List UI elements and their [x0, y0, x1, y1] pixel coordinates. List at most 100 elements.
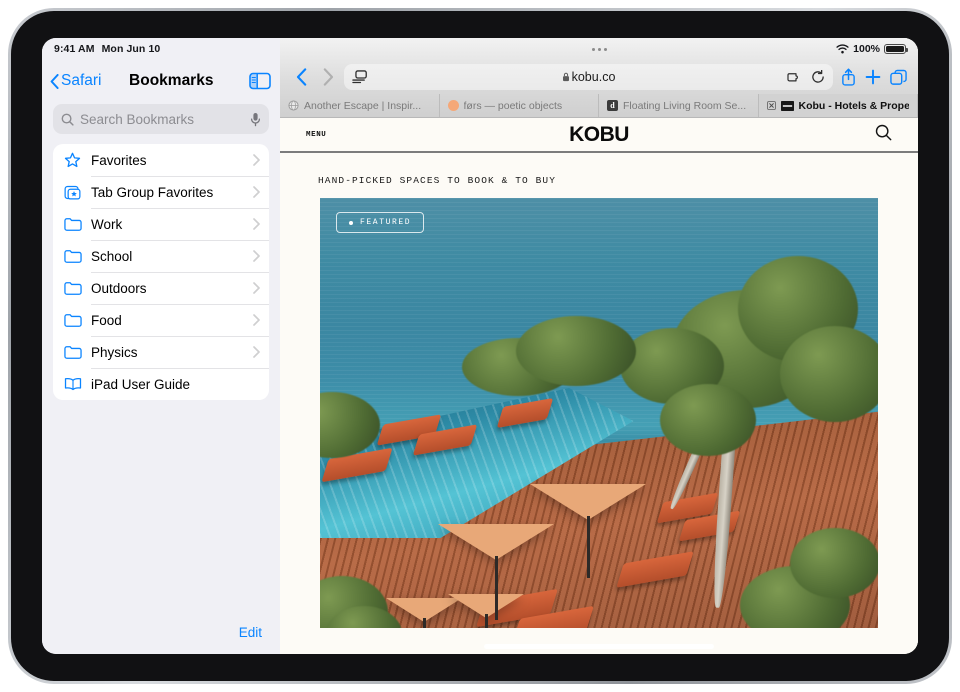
chevron-left-icon — [296, 68, 306, 86]
tab-fors-poetic-objects[interactable]: førs — poetic objects — [440, 94, 599, 117]
umbrella-pole — [495, 556, 498, 620]
bookmark-label: Outdoors — [91, 280, 147, 296]
back-to-safari-button[interactable]: Safari — [50, 72, 102, 90]
chevron-left-icon — [50, 73, 59, 89]
bookmark-label: Physics — [91, 344, 138, 360]
tree-foliage — [660, 384, 756, 456]
new-tab-button[interactable] — [863, 67, 883, 87]
url-display: kobu.co — [344, 70, 833, 84]
sidebar-navigation-bar: Safari Bookmarks — [42, 60, 280, 102]
back-button[interactable] — [290, 66, 312, 88]
status-date: Mon Jun 10 — [101, 43, 161, 55]
address-bar[interactable]: kobu.co — [344, 64, 833, 90]
hero-image[interactable]: FEATURED — [320, 198, 878, 628]
bookmark-item-favorites[interactable]: Favorites — [53, 144, 269, 176]
chevron-right-icon — [253, 154, 260, 166]
tab-title: Another Escape | Inspir... — [304, 99, 422, 112]
orange-circle-icon — [447, 100, 459, 111]
chevron-right-icon — [253, 186, 260, 198]
chevron-right-icon — [253, 282, 260, 294]
letter-d-icon: d — [607, 100, 618, 111]
chrome-top-bar: 100% — [280, 38, 918, 60]
edit-button[interactable]: Edit — [239, 625, 262, 640]
forward-button[interactable] — [317, 66, 339, 88]
web-page-content: MENU KOBU HAND-PICKED SPACES TO BOOK & T… — [280, 118, 918, 654]
umbrella — [530, 484, 646, 520]
umbrella-pole — [485, 614, 488, 628]
page-title: Bookmarks — [129, 72, 214, 89]
home-indicator[interactable] — [484, 644, 714, 649]
bookmark-label: Food — [91, 312, 122, 328]
chevron-right-icon — [253, 346, 260, 358]
close-icon[interactable] — [766, 101, 776, 110]
address-bar-actions — [787, 70, 825, 84]
bookmarks-sidebar: 9:41 AM Mon Jun 10 Safari Bookmarks Sear… — [42, 38, 280, 654]
menu-button[interactable]: MENU — [306, 131, 326, 139]
site-header: MENU KOBU — [280, 118, 918, 153]
tab-floating-living-room[interactable]: d Floating Living Room Se... — [599, 94, 759, 117]
bookmark-item-school[interactable]: School — [53, 240, 269, 272]
page-tagline: HAND-PICKED SPACES TO BOOK & TO BUY — [318, 175, 557, 186]
lock-icon — [562, 72, 569, 82]
folder-icon — [63, 311, 82, 330]
bookmark-item-work[interactable]: Work — [53, 208, 269, 240]
search-icon — [875, 124, 892, 140]
folder-icon — [63, 215, 82, 234]
status-bar-right: 100% — [836, 38, 908, 60]
share-icon — [841, 68, 855, 86]
bookmark-label: School — [91, 248, 133, 264]
chevron-right-icon — [253, 218, 260, 230]
sidebar-toggle-icon[interactable] — [249, 72, 271, 90]
tab-kobu-hotels[interactable]: Kobu - Hotels & Propert... — [758, 94, 918, 117]
tab-overview-button[interactable] — [888, 67, 908, 87]
folder-icon — [63, 247, 82, 266]
bookmark-item-physics[interactable]: Physics — [53, 336, 269, 368]
star-icon — [63, 151, 82, 170]
browser-toolbar: kobu.co — [280, 60, 918, 94]
status-bar-left: 9:41 AM Mon Jun 10 — [42, 38, 280, 60]
bookmark-item-outdoors[interactable]: Outdoors — [53, 272, 269, 304]
browser-chrome: 100% kobu.co Another Escape | Inspir... … — [280, 38, 918, 118]
tree-foliage — [516, 316, 636, 386]
search-icon — [61, 113, 74, 126]
bookmarks-list: Favorites Tab Group Favorites Work Schoo… — [53, 144, 269, 400]
reader-sidebar-icon[interactable] — [352, 70, 367, 84]
microphone-icon[interactable] — [250, 112, 261, 127]
reload-icon[interactable] — [811, 70, 825, 84]
battery-icon — [884, 43, 908, 55]
shrub-foliage — [790, 528, 878, 598]
search-container: Search Bookmarks — [42, 102, 280, 144]
tabs-icon — [889, 69, 907, 85]
tab-group-star-icon — [63, 183, 82, 202]
multitasking-dots-icon[interactable] — [591, 47, 607, 51]
featured-label: FEATURED — [360, 218, 412, 227]
bookmark-label: Tab Group Favorites — [91, 184, 214, 200]
globe-icon — [288, 100, 299, 111]
umbrella — [438, 524, 554, 560]
tab-another-escape[interactable]: Another Escape | Inspir... — [280, 94, 440, 117]
plus-icon — [865, 69, 881, 85]
status-time: 9:41 AM — [54, 43, 95, 55]
puzzle-icon[interactable] — [787, 71, 802, 84]
tab-title: Kobu - Hotels & Propert... — [798, 99, 910, 112]
chevron-right-icon — [253, 314, 260, 326]
tab-title: Floating Living Room Se... — [623, 99, 747, 112]
search-placeholder: Search Bookmarks — [80, 111, 195, 127]
share-button[interactable] — [838, 67, 858, 87]
bookmark-label: Work — [91, 216, 123, 232]
book-icon — [63, 375, 82, 394]
site-search-button[interactable] — [875, 124, 892, 146]
bookmark-item-ipad-user-guide[interactable]: iPad User Guide — [53, 368, 269, 400]
chevron-right-icon — [253, 250, 260, 262]
search-input[interactable]: Search Bookmarks — [53, 104, 269, 134]
chevron-right-icon — [323, 68, 333, 86]
bookmark-item-tab-group-favorites[interactable]: Tab Group Favorites — [53, 176, 269, 208]
site-logo: KOBU — [569, 122, 629, 146]
ipad-screen: 9:41 AM Mon Jun 10 Safari Bookmarks Sear… — [42, 38, 918, 654]
bookmark-label: iPad User Guide — [91, 376, 191, 392]
battery-percent: 100% — [853, 43, 880, 55]
kobu-icon — [780, 100, 794, 111]
url-text: kobu.co — [571, 70, 616, 84]
wifi-icon — [836, 44, 849, 54]
bookmark-item-food[interactable]: Food — [53, 304, 269, 336]
